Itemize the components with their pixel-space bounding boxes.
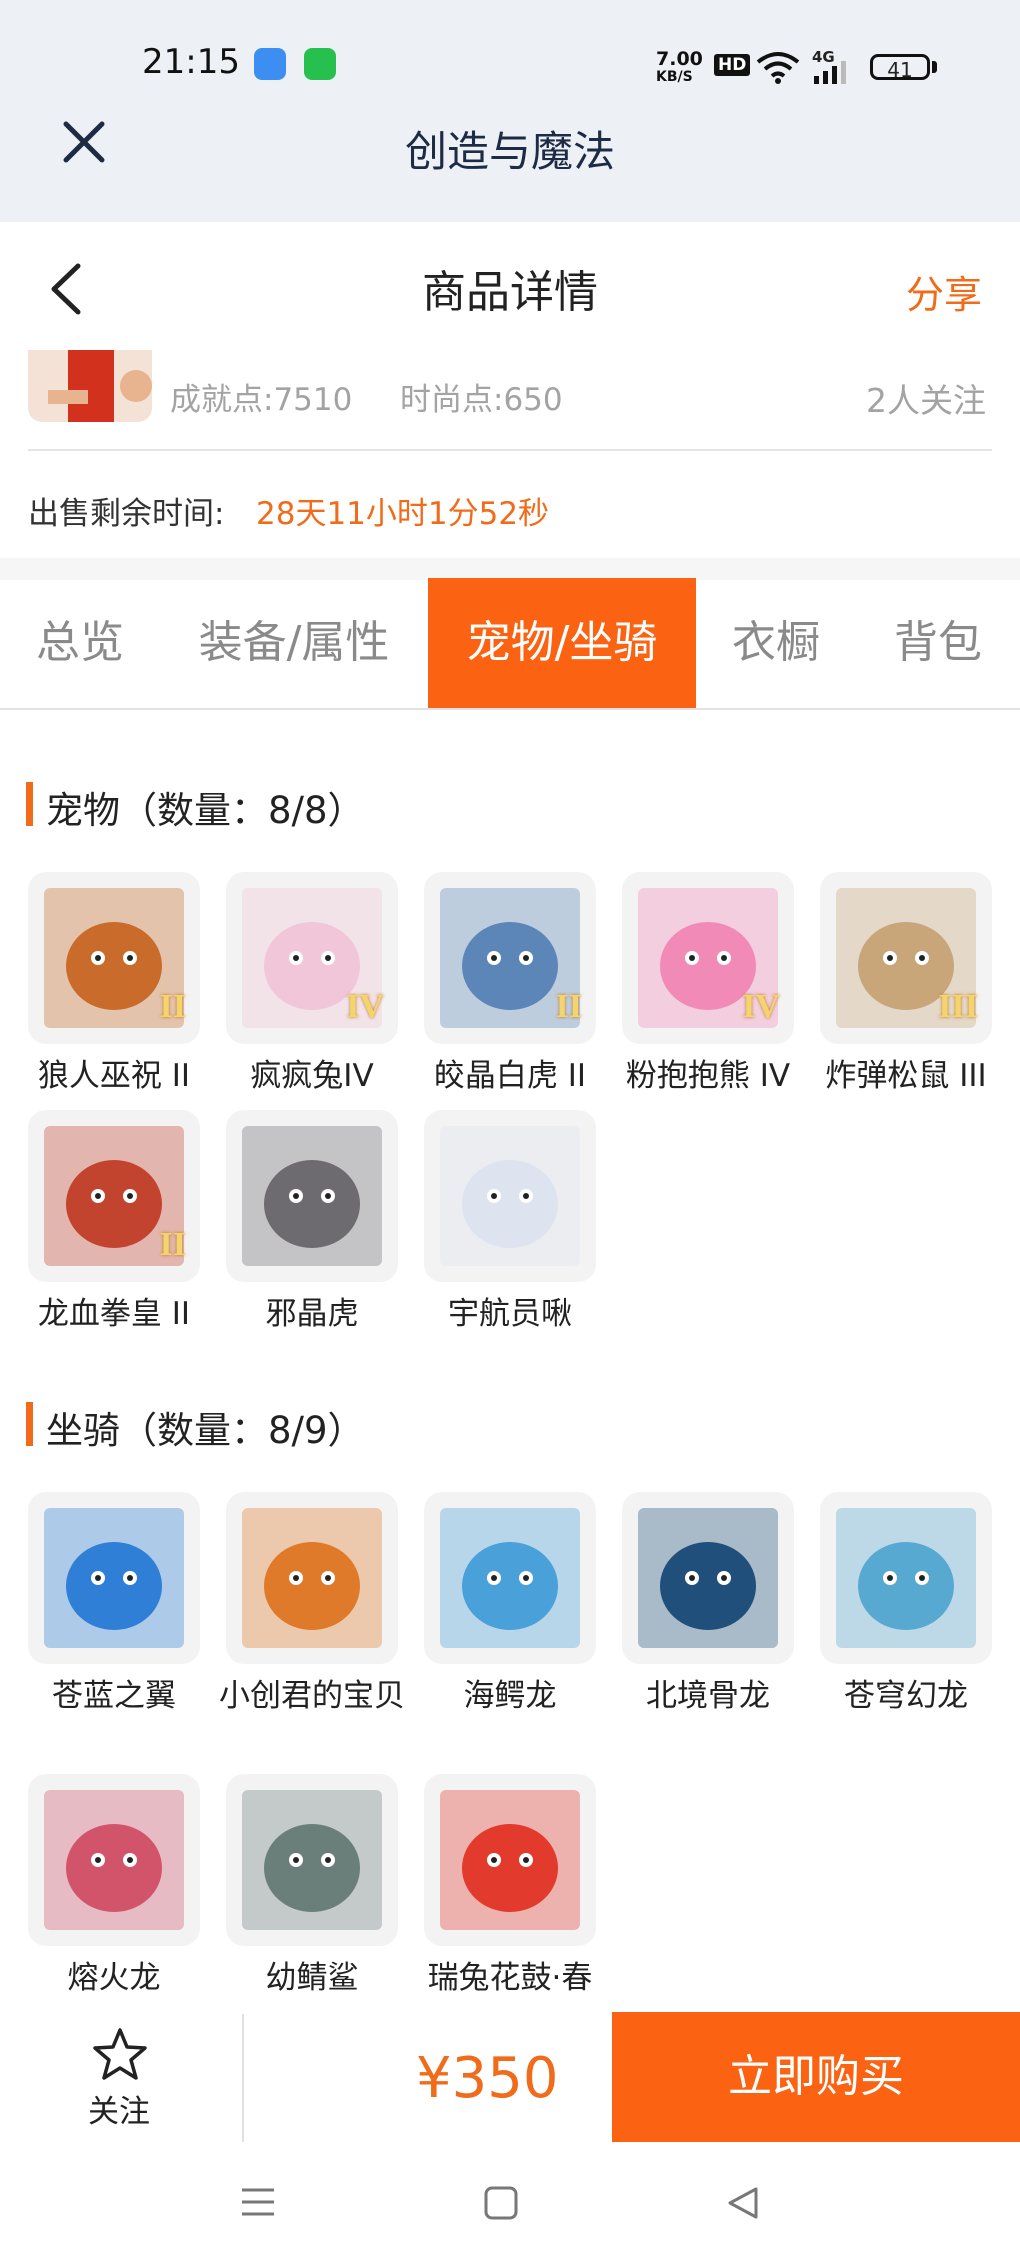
status-time: 21:15 (142, 42, 240, 82)
mount-image (424, 1492, 596, 1664)
pets-section-title: 宠物（数量：8/8） (46, 789, 365, 832)
item-name: 疯疯兔IV (250, 1058, 374, 1094)
tab-pets-mounts[interactable]: 宠物/坐骑 (428, 578, 696, 708)
tab-overview[interactable]: 总览 (0, 578, 160, 708)
pet-image (424, 1110, 596, 1282)
item-name: 皎晶白虎 II (433, 1058, 587, 1094)
mount-image (226, 1774, 398, 1946)
window-title: 创造与魔法 (404, 127, 615, 176)
grade-badge: IV (346, 988, 384, 1025)
wifi-icon (756, 52, 800, 84)
home-icon[interactable] (484, 2186, 518, 2220)
grade-badge: III (938, 988, 978, 1025)
pet-image: II (28, 1110, 200, 1282)
pet-image: III (820, 872, 992, 1044)
item-name: 粉抱抱熊 IV (625, 1058, 791, 1094)
follow-button[interactable]: 关注 (88, 2086, 150, 2131)
mount-item[interactable]: 瑞兔花鼓·春 (424, 1774, 596, 2000)
tabs-divider (0, 708, 1020, 710)
pet-item[interactable]: II 皎晶白虎 II (424, 872, 596, 1098)
mount-item[interactable]: 苍蓝之翼 (28, 1492, 200, 1718)
item-name: 狼人巫祝 II (37, 1058, 191, 1094)
battery-icon: 41 (870, 54, 930, 82)
mount-image (820, 1492, 992, 1664)
section-gap (0, 558, 1020, 580)
top-bar (0, 0, 1020, 222)
pet-image: II (28, 872, 200, 1044)
signal-icon (814, 61, 846, 84)
section-marker (26, 1402, 33, 1446)
pet-item[interactable]: IV 疯疯兔IV (226, 872, 398, 1098)
grade-badge: II (555, 988, 582, 1025)
grade-badge: II (159, 988, 186, 1025)
tab-backpack[interactable]: 背包 (856, 578, 1020, 708)
fashion-points: 时尚点:650 (400, 382, 563, 418)
divider (242, 2014, 244, 2142)
page-title: 商品详情 (422, 267, 598, 318)
mount-image (424, 1774, 596, 1946)
share-button[interactable]: 分享 (906, 264, 982, 319)
avatar (28, 350, 152, 422)
item-name: 苍蓝之翼 (52, 1678, 176, 1714)
mount-item[interactable]: 北境骨龙 (622, 1492, 794, 1718)
menu-icon[interactable] (240, 2186, 276, 2218)
divider (28, 449, 992, 451)
pet-item[interactable]: IV 粉抱抱熊 IV (622, 872, 794, 1098)
mount-image (226, 1492, 398, 1664)
mount-item[interactable]: 海鳄龙 (424, 1492, 596, 1718)
section-marker (26, 782, 33, 826)
pet-image (226, 1110, 398, 1282)
pet-item[interactable]: 邪晶虎 (226, 1110, 398, 1336)
mount-image (28, 1774, 200, 1946)
item-name: 幼鲭鲨 (265, 1960, 359, 1996)
battery-tip (932, 61, 937, 73)
item-name: 邪晶虎 (265, 1296, 359, 1332)
item-name: 熔火龙 (67, 1960, 161, 1996)
remaining-time-value: 28天11小时1分52秒 (256, 496, 550, 532)
star-icon[interactable] (90, 2026, 150, 2084)
item-name: 瑞兔花鼓·春 (427, 1960, 593, 1996)
item-name: 宇航员啾 (448, 1296, 572, 1332)
tab-wardrobe[interactable]: 衣橱 (696, 578, 856, 708)
mount-item[interactable]: 幼鲭鲨 (226, 1774, 398, 2000)
item-name: 龙血拳皇 II (37, 1296, 191, 1332)
item-name: 北境骨龙 (646, 1678, 770, 1714)
grade-badge: IV (742, 988, 780, 1025)
app-notification-icon (254, 48, 286, 80)
item-name: 苍穹幻龙 (844, 1678, 968, 1714)
pet-item[interactable]: 宇航员啾 (424, 1110, 596, 1336)
hd-badge: HD (714, 54, 751, 76)
pet-item[interactable]: II 龙血拳皇 II (28, 1110, 200, 1336)
grade-badge: II (159, 1226, 186, 1263)
followers-count: 2人关注 (866, 381, 986, 420)
tab-equipment[interactable]: 装备/属性 (160, 578, 428, 708)
mount-item[interactable]: 小创君的宝贝 (219, 1492, 405, 1718)
net-speed: 7.00 KB/S (656, 48, 703, 86)
pet-image: IV (622, 872, 794, 1044)
pet-image: II (424, 872, 596, 1044)
mount-item[interactable]: 熔火龙 (28, 1774, 200, 2000)
buy-now-button[interactable]: 立即购买 (612, 2012, 1020, 2142)
mounts-section-title: 坐骑（数量：8/9） (46, 1409, 365, 1452)
item-name: 海鳄龙 (463, 1678, 557, 1714)
mount-image (622, 1492, 794, 1664)
item-name: 炸弹松鼠 III (825, 1058, 987, 1094)
remaining-time-label: 出售剩余时间: (28, 496, 225, 532)
message-notification-icon (304, 48, 336, 80)
pet-image: IV (226, 872, 398, 1044)
price: ¥350 (416, 2046, 559, 2111)
mount-image (28, 1492, 200, 1664)
pet-item[interactable]: III 炸弹松鼠 III (820, 872, 992, 1098)
pet-item[interactable]: II 狼人巫祝 II (28, 872, 200, 1098)
achievement-points: 成就点:7510 (170, 382, 353, 418)
item-name: 小创君的宝贝 (219, 1678, 405, 1714)
back-nav-icon[interactable] (726, 2186, 760, 2220)
mount-item[interactable]: 苍穹幻龙 (820, 1492, 992, 1718)
